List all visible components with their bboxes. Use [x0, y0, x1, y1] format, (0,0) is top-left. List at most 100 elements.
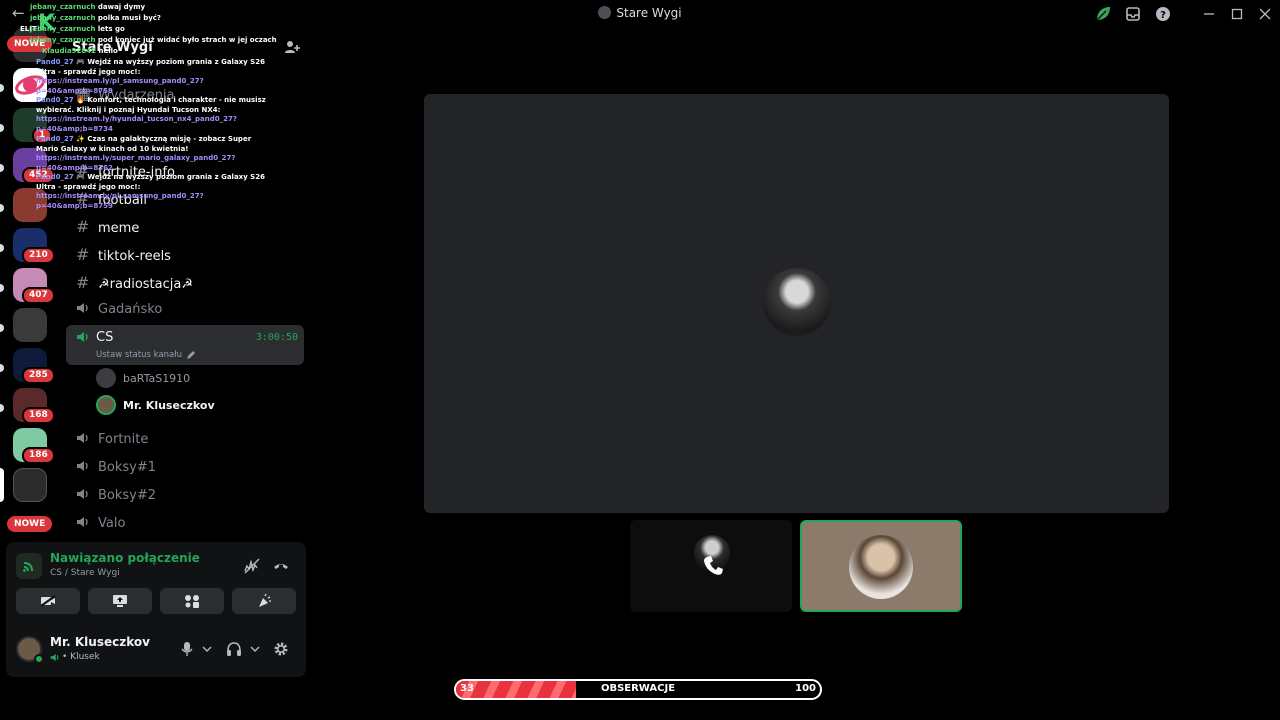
voice-stage-main[interactable] [424, 94, 1169, 513]
chat-link[interactable]: https://instream.ly/pl_samsung_pand0_27?… [36, 192, 204, 210]
voice-channel-valo[interactable]: Valo [76, 516, 125, 531]
chat-line: Pand0_27 🔥 Komfort, technologia i charak… [36, 96, 266, 134]
channel-label: CS [96, 330, 114, 345]
member-name: Mr. Kluseczkov [123, 398, 215, 412]
speaker-icon [77, 433, 88, 443]
channel-tiktok-reels[interactable]: # tiktok-reels [76, 245, 171, 264]
chat-line: Pand0_27 🎮 Wejdź na wyższy poziom grania… [36, 58, 266, 96]
chevron-down-icon[interactable] [202, 645, 212, 653]
speaker-icon [77, 517, 88, 527]
help-icon[interactable]: ? [1154, 5, 1172, 23]
chat-text: pod koniec już widać było strach w jej o… [97, 36, 277, 44]
screen-share-icon [113, 595, 127, 607]
camera-off-icon [40, 595, 56, 607]
speaker-small-icon [50, 653, 59, 662]
observations-label: OBSERWACJE [600, 683, 676, 694]
participant-tile-bartas[interactable] [630, 520, 792, 612]
chat-text: dawaj dymy [97, 3, 146, 11]
chat-user: Pand0_27 [36, 135, 74, 143]
speaker-icon [77, 461, 88, 471]
chevron-down-icon[interactable] [250, 645, 260, 653]
voice-channel-boksy2[interactable]: Boksy#2 [76, 488, 156, 503]
hash-icon: # [76, 273, 90, 292]
participant-tile-kluseczkov[interactable] [800, 520, 962, 612]
unread-pill [0, 364, 4, 372]
avatar [96, 395, 116, 415]
server-icon-group[interactable] [13, 308, 47, 342]
channel-label: Valo [98, 516, 126, 531]
chat-user: jebany_czarnuch [30, 36, 96, 44]
participant-avatar[interactable] [763, 268, 831, 336]
settings-gear-icon[interactable] [273, 641, 289, 657]
soundboard-icon [259, 594, 271, 607]
inbox-icon[interactable] [1124, 5, 1142, 23]
participant-avatar [849, 535, 913, 599]
unread-pill [0, 244, 4, 252]
chat-line: Pand0_27 🎮 Wejdź na wyższy poziom grania… [36, 173, 266, 211]
disconnect-icon[interactable] [272, 557, 290, 575]
voice-channel-boksy1[interactable]: Boksy#1 [76, 460, 156, 475]
headphones-icon[interactable] [226, 641, 242, 657]
speaker-active-icon [77, 332, 88, 342]
signal-icon[interactable] [16, 553, 42, 579]
server-badge: 285 [22, 367, 55, 384]
channel-radiostacja[interactable]: # ☭radiostacja☭ [76, 273, 193, 292]
app-window: ← Stare Wygi ? NOWE 1 452 210 407 285 16… [0, 0, 1280, 720]
voice-channel-cs[interactable]: CS 3:00:50 Ustaw status kanału [66, 325, 304, 365]
noise-suppression-off-icon[interactable] [243, 557, 261, 575]
chat-user: Pand0_27 [36, 58, 74, 66]
chat-line: Klaudia92842 hello [42, 47, 304, 57]
voice-member[interactable]: baRTaS1910 [96, 368, 190, 388]
chat-user: jebany_czarnuch [30, 14, 96, 22]
server-icon-stare-wygi[interactable] [13, 468, 47, 502]
server-badge: 168 [22, 407, 55, 424]
nitro-leaf-icon[interactable] [1094, 5, 1112, 23]
unread-pill [0, 84, 4, 92]
channel-label: Fortnite [98, 432, 149, 447]
chat-link[interactable]: https://instream.ly/pl_samsung_pand0_27?… [36, 77, 204, 95]
unread-pill [0, 204, 4, 212]
observations-target: 100 [795, 683, 816, 694]
server-badge: 210 [22, 247, 55, 264]
chat-text: hello [98, 47, 118, 55]
channel-label: meme [98, 221, 140, 236]
chat-link[interactable]: https://instream.ly/super_mario_galaxy_p… [36, 154, 235, 172]
connection-status[interactable]: Nawiązano połączenie [50, 551, 200, 565]
window-title-text: Stare Wygi [616, 6, 682, 20]
chat-line: jebany_czarnuch pod koniec już widać był… [30, 36, 292, 46]
member-name: baRTaS1910 [123, 371, 191, 385]
speaker-icon [77, 303, 88, 313]
voice-channel-gadansko[interactable]: Gadańsko [76, 302, 162, 317]
unread-pill [0, 124, 4, 132]
activities-button[interactable] [160, 588, 224, 614]
chat-line: jebany_czarnuch polka musi być? [30, 14, 292, 24]
chat-user: Pand0_27 [36, 96, 74, 104]
voice-channel-fortnite[interactable]: Fortnite [76, 432, 148, 447]
chat-text: lets go [97, 25, 125, 33]
minimize-icon[interactable] [1200, 5, 1218, 23]
svg-text:?: ? [1160, 10, 1166, 21]
observations-goal-bar: 33 OBSERWACJE 100 [454, 679, 822, 700]
soundboard-button[interactable] [232, 588, 296, 614]
speaker-icon [77, 489, 88, 499]
camera-button[interactable] [16, 588, 80, 614]
voice-connection-panel: Nawiązano połączenie CS / Stare Wygi [6, 542, 306, 622]
maximize-icon[interactable] [1228, 5, 1246, 23]
user-status: • Klusek [62, 652, 100, 662]
screen-share-button[interactable] [88, 588, 152, 614]
channel-meme[interactable]: # meme [76, 217, 139, 236]
pencil-icon[interactable] [186, 350, 196, 360]
microphone-icon[interactable] [180, 641, 194, 657]
voice-member[interactable]: Mr. Kluseczkov [96, 395, 215, 415]
connection-channel[interactable]: CS / Stare Wygi [50, 568, 120, 578]
username[interactable]: Mr. Kluseczkov [50, 635, 150, 649]
avatar [96, 368, 116, 388]
hash-icon: # [76, 217, 90, 236]
chat-user: jebany_czarnuch [30, 25, 96, 33]
close-icon[interactable] [1256, 5, 1274, 23]
unread-pill [0, 324, 4, 332]
chat-link[interactable]: https://instream.ly/hyundai_tucson_nx4_p… [36, 115, 237, 133]
unread-pill [0, 284, 4, 292]
unread-pill [0, 404, 4, 412]
set-channel-status[interactable]: Ustaw status kanału [96, 350, 182, 360]
